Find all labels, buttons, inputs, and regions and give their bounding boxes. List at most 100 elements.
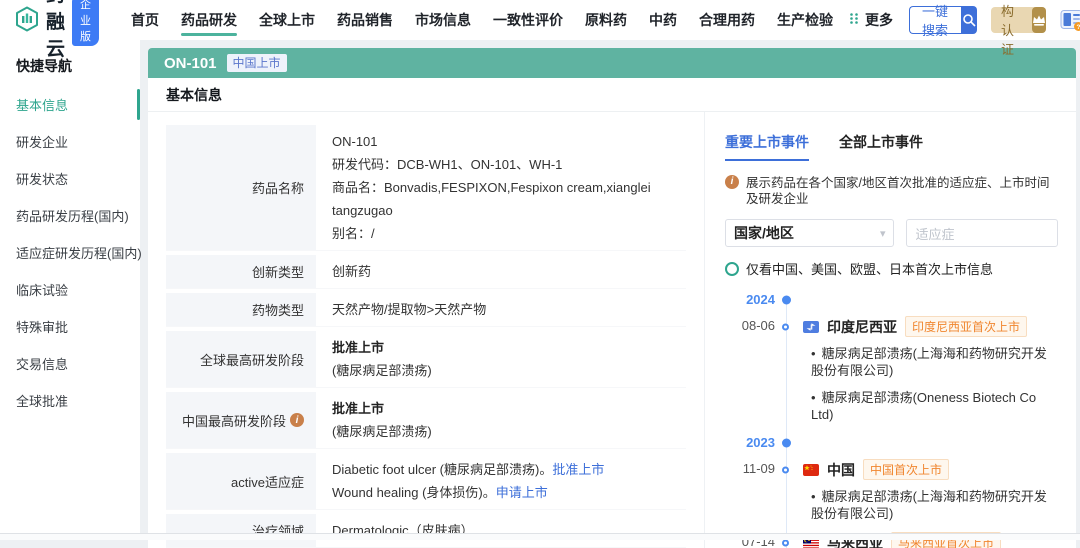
events-info-text: 展示药品在各个国家/地区首次批准的适应症、上市时间及研发企业 (746, 175, 1058, 207)
timeline-event-date: 08-06 (725, 318, 775, 333)
logo[interactable]: 药融云 企业版 (14, 0, 99, 61)
value-line: 商品名：Bonvadis,FESPIXON,Fespixon cream,xia… (332, 176, 686, 222)
launch-events-panel: 重要上市事件全部上市事件 i 展示药品在各个国家/地区首次批准的适应症、上市时间… (704, 112, 1076, 548)
sidebar-item[interactable]: 适应症研发历程(国内) (0, 234, 140, 271)
sidebar-items: 基本信息研发企业研发状态药品研发历程(国内)适应症研发历程(国内)临床试验特殊审… (0, 86, 140, 419)
nav-item[interactable]: 一致性评价 (493, 0, 563, 40)
drug-info-table: 药品名称 ON-101 研发代码：DCB-WH1、ON-101、WH-1 商品名：Bo… (148, 112, 704, 548)
value-text: ON-101 (332, 134, 378, 149)
first-launch-filter-radio[interactable]: 仅看中国、美国、欧盟、日本首次上市信息 (725, 259, 1058, 278)
search-icon[interactable] (961, 6, 977, 34)
sidebar-item[interactable]: 特殊审批 (0, 308, 140, 345)
timeline-year: 2024 (725, 290, 1058, 310)
table-row: active适应症Diabetic foot ulcer (糖尿病足部溃疡)。批… (166, 453, 686, 510)
enterprise-badge: 企业版 (72, 0, 99, 46)
info-icon[interactable]: i (290, 413, 304, 427)
table-row: 治疗领域Dermatologic（皮肤病） (166, 514, 686, 548)
value-line: 创新药 (332, 260, 686, 283)
row-label: 药品名称 (166, 125, 316, 250)
value-line: (糖尿病足部溃疡) (332, 359, 686, 382)
value-text: Diabetic foot ulcer (糖尿病足部溃疡)。 (332, 462, 552, 477)
section-title: 基本信息 (148, 78, 1076, 112)
row-value: Dermatologic（皮肤病） (316, 514, 686, 547)
sidebar-item[interactable]: 临床试验 (0, 271, 140, 308)
sidebar-item[interactable]: 全球批准 (0, 382, 140, 419)
value-text: 研发代码：DCB-WH1、ON-101、WH-1 (332, 157, 562, 172)
event-tabs: 重要上市事件 全部上市事件 (725, 132, 1058, 161)
status-link[interactable]: 批准上市 (552, 462, 604, 477)
quick-search-label: 一键搜索 (909, 6, 961, 34)
nav-item[interactable]: 合理用药 (699, 0, 755, 40)
nav-item[interactable]: 中药 (649, 0, 677, 40)
value-line: 天然产物/提取物>天然产物 (332, 298, 686, 321)
svg-text:?: ? (1077, 24, 1080, 31)
row-label: active适应症 (166, 453, 316, 509)
status-link[interactable]: 申请上市 (496, 485, 548, 500)
org-cert-badge[interactable]: 机构认证 (991, 7, 1046, 33)
nav-item[interactable]: 药品销售 (337, 0, 393, 40)
topbar: 药融云 企业版 首页药品研发全球上市药品销售市场信息一致性评价原料药中药合理用药… (0, 0, 1080, 40)
indication-select[interactable]: 适应症 (906, 219, 1058, 247)
nav-more[interactable]: 更多 (849, 10, 893, 30)
event-country-name: 中国 (827, 460, 855, 480)
timeline-event-marker (782, 539, 789, 546)
row-label: 药物类型 (166, 293, 316, 326)
value-line: 别名：/ (332, 222, 686, 245)
sidebar-item[interactable]: 研发状态 (0, 160, 140, 197)
nav-item[interactable]: 市场信息 (415, 0, 471, 40)
window-scrollbar[interactable] (0, 533, 1080, 540)
tab-launch-events[interactable]: 重要上市事件 (725, 132, 809, 161)
radio-icon[interactable] (725, 262, 739, 276)
country-select[interactable]: 国家/地区 ▾ (725, 219, 894, 247)
sidebar-item[interactable]: 研发企业 (0, 123, 140, 160)
value-line: ON-101 (332, 130, 686, 153)
indication-select-placeholder: 适应症 (915, 224, 954, 243)
timeline-event: 11-09中国中国首次上市 (725, 459, 1058, 480)
sidebar-item[interactable]: 基本信息 (0, 86, 140, 123)
row-value: 创新药 (316, 255, 686, 288)
indonesia-flag-icon (803, 321, 819, 333)
timeline-event-marker (782, 466, 789, 473)
topbar-actions: 一键搜索 机构认证 ? (909, 6, 1080, 34)
nav-item[interactable]: 首页 (131, 0, 159, 40)
value-text: (糖尿病足部溃疡) (332, 363, 432, 378)
main-content: ON-101 中国上市 基本信息 药品名称ON-101研发代码：DCB-WH1、… (140, 40, 1080, 540)
value-text: 天然产物/提取物>天然产物 (332, 302, 486, 317)
nav-item[interactable]: 全球上市 (259, 0, 315, 40)
event-indication-item: 糖尿病足部溃疡(上海海和药物研究开发股份有限公司) (725, 345, 1058, 379)
sidebar-item[interactable]: 药品研发历程(国内) (0, 197, 140, 234)
drug-name: ON-101 (164, 55, 217, 72)
grid-dots-icon (849, 12, 860, 28)
quick-nav-sidebar: 快捷导航 基本信息研发企业研发状态药品研发历程(国内)适应症研发历程(国内)临床… (0, 40, 140, 540)
row-label: 全球最高研发阶段 (166, 331, 316, 387)
radio-label: 仅看中国、美国、欧盟、日本首次上市信息 (746, 259, 993, 278)
value-text: 创新药 (332, 264, 371, 279)
table-row: 药品名称 ON-101 研发代码：DCB-WH1、ON-101、WH-1 商品名：Bo… (166, 125, 686, 251)
event-indication-item: 糖尿病足部溃疡(上海海和药物研究开发股份有限公司) (725, 488, 1058, 522)
row-value: Diabetic foot ulcer (糖尿病足部溃疡)。批准上市Wound … (316, 453, 686, 509)
quick-search-button[interactable]: 一键搜索 (909, 6, 977, 34)
help-guide-icon[interactable]: ? (1060, 8, 1080, 32)
basic-info-card: 基本信息 药品名称 ON-101 研发代码：DCB-WH1、ON-101、WH-1 商… (148, 78, 1076, 548)
timeline-year-label: 2023 (725, 435, 775, 450)
timeline-event-marker (782, 323, 789, 330)
timeline-year-dot (782, 439, 791, 448)
china-flag-icon (803, 464, 819, 476)
country-select-placeholder: 国家/地区 (734, 223, 794, 243)
timeline-year-label: 2024 (725, 292, 775, 307)
sidebar-item[interactable]: 交易信息 (0, 345, 140, 382)
nav-item[interactable]: 药品研发 (181, 0, 237, 40)
nav-item[interactable]: 原料药 (585, 0, 627, 40)
row-label: 创新类型 (166, 255, 316, 288)
row-label: 治疗领域 (166, 514, 316, 547)
timeline-event: 08-06印度尼西亚印度尼西亚首次上市 (725, 316, 1058, 337)
timeline-year: 2023 (725, 433, 1058, 453)
value-line: Diabetic foot ulcer (糖尿病足部溃疡)。批准上市 (332, 458, 686, 481)
nav-item[interactable]: 生产检验 (777, 0, 833, 40)
table-row: 全球最高研发阶段批准上市(糖尿病足部溃疡) (166, 331, 686, 388)
tab-launch-events[interactable]: 全部上市事件 (839, 132, 923, 161)
value-text: (糖尿病足部溃疡) (332, 424, 432, 439)
value-line: Wound healing (身体损伤)。申请上市 (332, 481, 686, 504)
value-text: 别名：/ (332, 226, 375, 241)
chevron-down-icon: ▾ (880, 227, 886, 240)
